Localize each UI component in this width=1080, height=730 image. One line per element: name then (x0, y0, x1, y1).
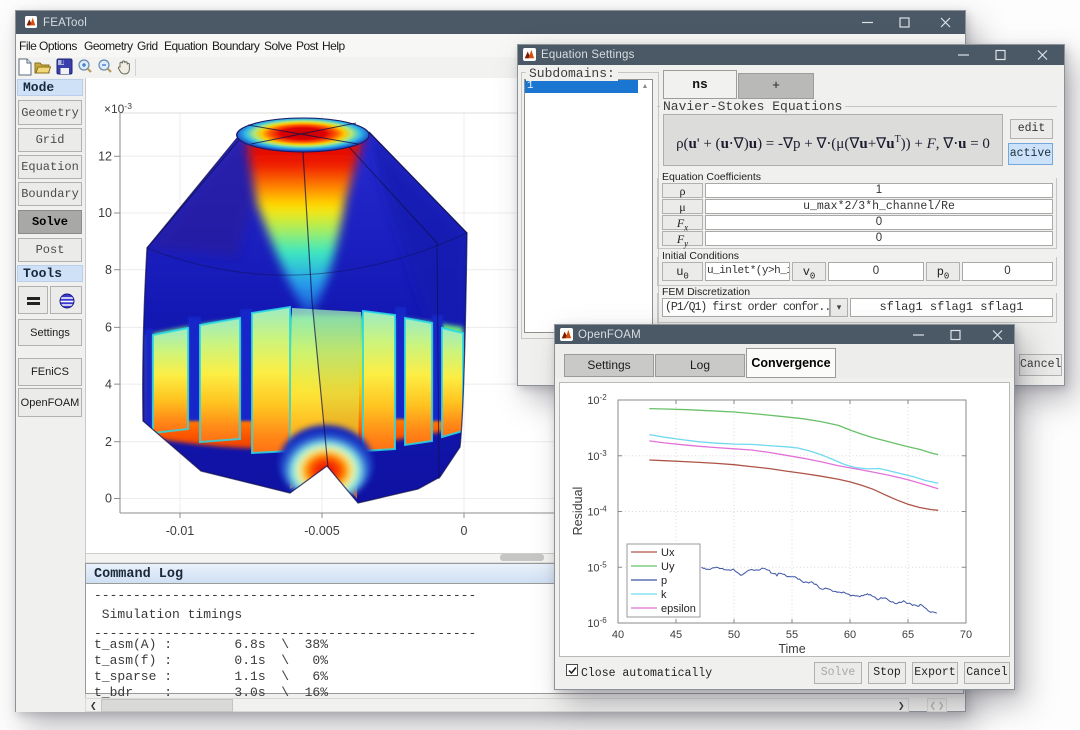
svg-text:70: 70 (960, 629, 972, 641)
svg-text:55: 55 (786, 629, 798, 641)
svg-text:12: 12 (98, 150, 112, 164)
svg-text:10: 10 (98, 206, 112, 220)
svg-text:2: 2 (105, 435, 112, 449)
svg-text:4: 4 (105, 377, 112, 391)
svg-text:10-4: 10-4 (587, 505, 607, 519)
svg-text:50: 50 (728, 629, 740, 641)
svg-text:10-2: 10-2 (587, 393, 607, 407)
svg-text:Uy: Uy (661, 561, 675, 573)
svg-text:Time: Time (778, 642, 805, 656)
svg-text:10-3: 10-3 (587, 449, 607, 463)
svg-text:60: 60 (844, 629, 856, 641)
svg-text:p: p (661, 575, 667, 587)
svg-text:65: 65 (902, 629, 914, 641)
svg-text:-0.005: -0.005 (304, 524, 339, 538)
svg-text:10-6: 10-6 (587, 616, 607, 630)
svg-text:0: 0 (105, 492, 112, 506)
svg-text:epsilon: epsilon (661, 603, 696, 615)
svg-text:k: k (661, 589, 667, 601)
svg-text:40: 40 (612, 629, 624, 641)
svg-text:8: 8 (105, 263, 112, 277)
svg-text:×10-3: ×10-3 (104, 101, 132, 116)
svg-text:Residual: Residual (571, 487, 585, 536)
svg-text:45: 45 (670, 629, 682, 641)
svg-text:0: 0 (461, 524, 468, 538)
svg-text:6: 6 (105, 321, 112, 335)
svg-text:Ux: Ux (661, 547, 675, 559)
svg-text:10-5: 10-5 (587, 560, 607, 574)
svg-text:-0.01: -0.01 (166, 524, 195, 538)
